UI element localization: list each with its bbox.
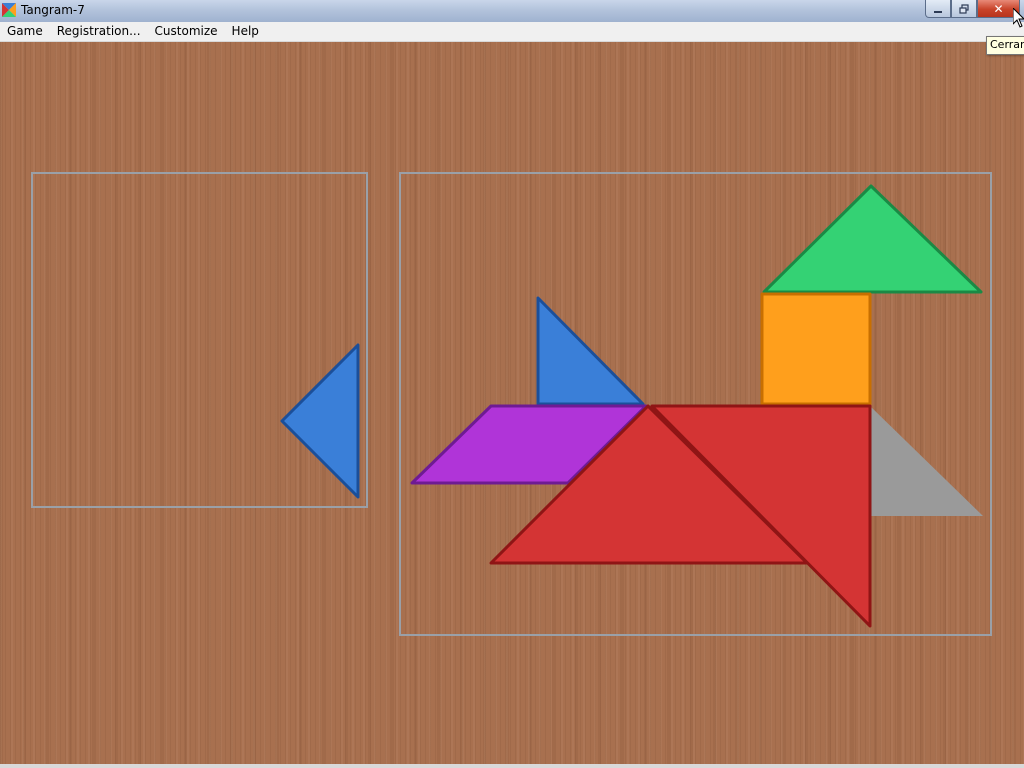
app-window: Tangram-7 ✕ Game Registration... Customi… (0, 0, 1024, 768)
small-triangle-piece[interactable] (536, 296, 645, 406)
close-tooltip: Cerrar (986, 36, 1024, 55)
silhouette-remaining-area (869, 405, 983, 516)
medium-triangle-piece[interactable] (762, 184, 983, 294)
small-triangle-piece-tray[interactable] (280, 343, 360, 499)
square-piece[interactable] (760, 292, 872, 406)
tangram-canvas (31, 172, 992, 636)
mouse-pointer-icon (1013, 8, 1024, 28)
taskbar-edge (0, 764, 1024, 768)
